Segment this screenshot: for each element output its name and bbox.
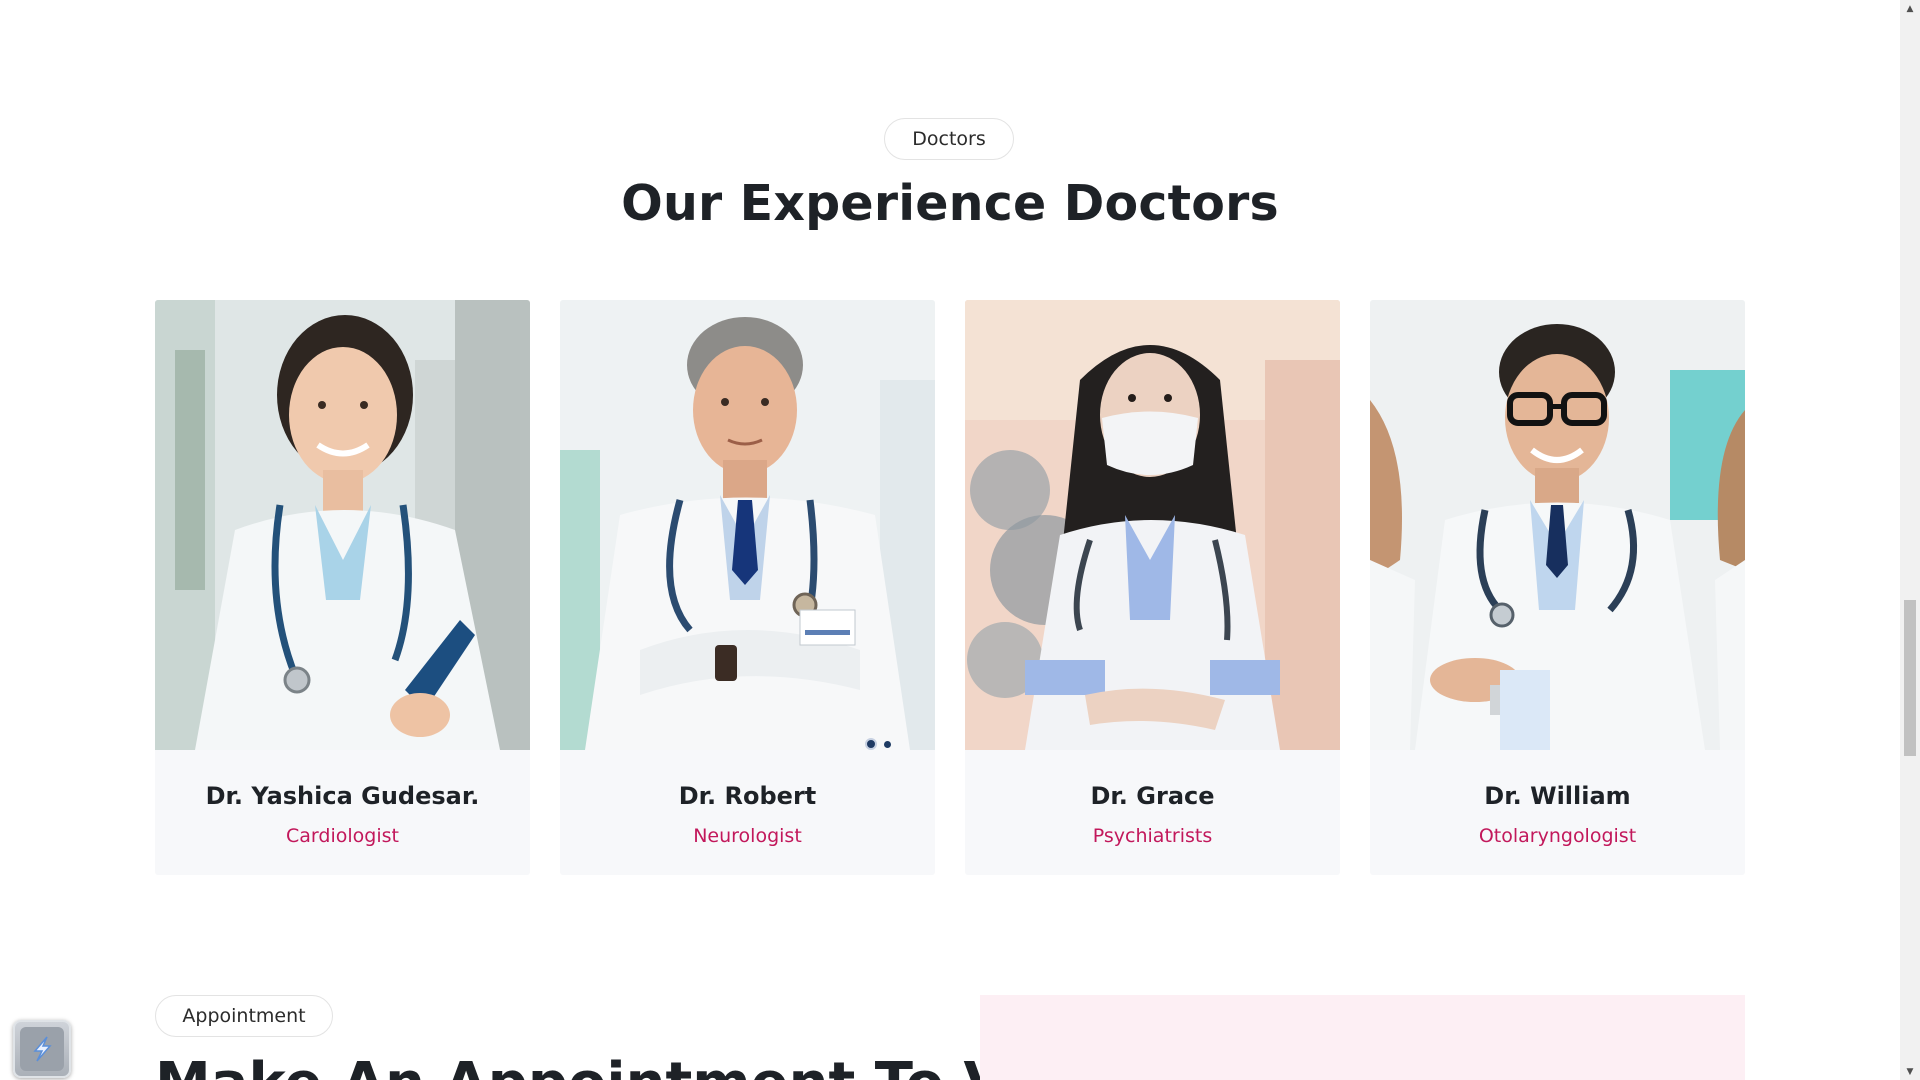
lightning-bolt-icon [20,1027,64,1071]
doctor-name[interactable]: Dr. Grace [965,782,1340,810]
slider-dot-2[interactable] [884,740,891,748]
doctor-info: Dr. Grace Psychiatrists [965,750,1340,875]
doctor-specialty: Otolaryngologist [1478,825,1637,847]
doctor-card[interactable]: Dr. Yashica Gudesar. Cardiologist [155,300,530,875]
section-title: Our Experience Doctors [621,175,1279,232]
doctor-card[interactable]: Dr. Robert Neurologist [560,300,935,875]
scroll-down-arrow-icon[interactable]: ▼ [1900,1063,1920,1080]
female-doctor-photo [155,300,530,750]
section-tag-doctors: Doctors [884,118,1014,160]
doctor-specialty: Psychiatrists [1092,825,1213,847]
slider-pagination [865,738,891,750]
appointment-title: Make An Appointment To Visit [155,1050,1104,1080]
doctor-info: Dr. Robert Neurologist [560,750,935,875]
glasses-doctor-photo [1370,300,1745,750]
section-tag-appointment: Appointment [155,995,333,1037]
floating-widget-button[interactable] [13,1020,71,1078]
doctor-specialty: Neurologist [693,825,802,847]
doctor-specialty: Cardiologist [286,825,399,847]
doctor-name[interactable]: Dr. Robert [560,782,935,810]
doctor-info: Dr. William Otolaryngologist [1370,750,1745,875]
appointment-panel [980,995,1745,1080]
doctor-name[interactable]: Dr. William [1370,782,1745,810]
doctor-card[interactable]: Dr. William Otolaryngologist [1370,300,1745,875]
doctor-name[interactable]: Dr. Yashica Gudesar. [155,782,530,810]
slider-dot-1[interactable] [865,738,877,750]
doctor-info: Dr. Yashica Gudesar. Cardiologist [155,750,530,875]
doctor-card[interactable]: Dr. Grace Psychiatrists [965,300,1340,875]
scroll-thumb[interactable] [1904,600,1916,756]
scroll-up-arrow-icon[interactable]: ▲ [1900,0,1920,17]
vertical-scrollbar[interactable]: ▲ ▼ [1900,0,1920,1080]
page: Doctors Our Experience Doctors Dr. Yashi… [0,0,1920,1080]
masked-doctor-photo [965,300,1340,750]
male-doctor-photo [560,300,935,750]
